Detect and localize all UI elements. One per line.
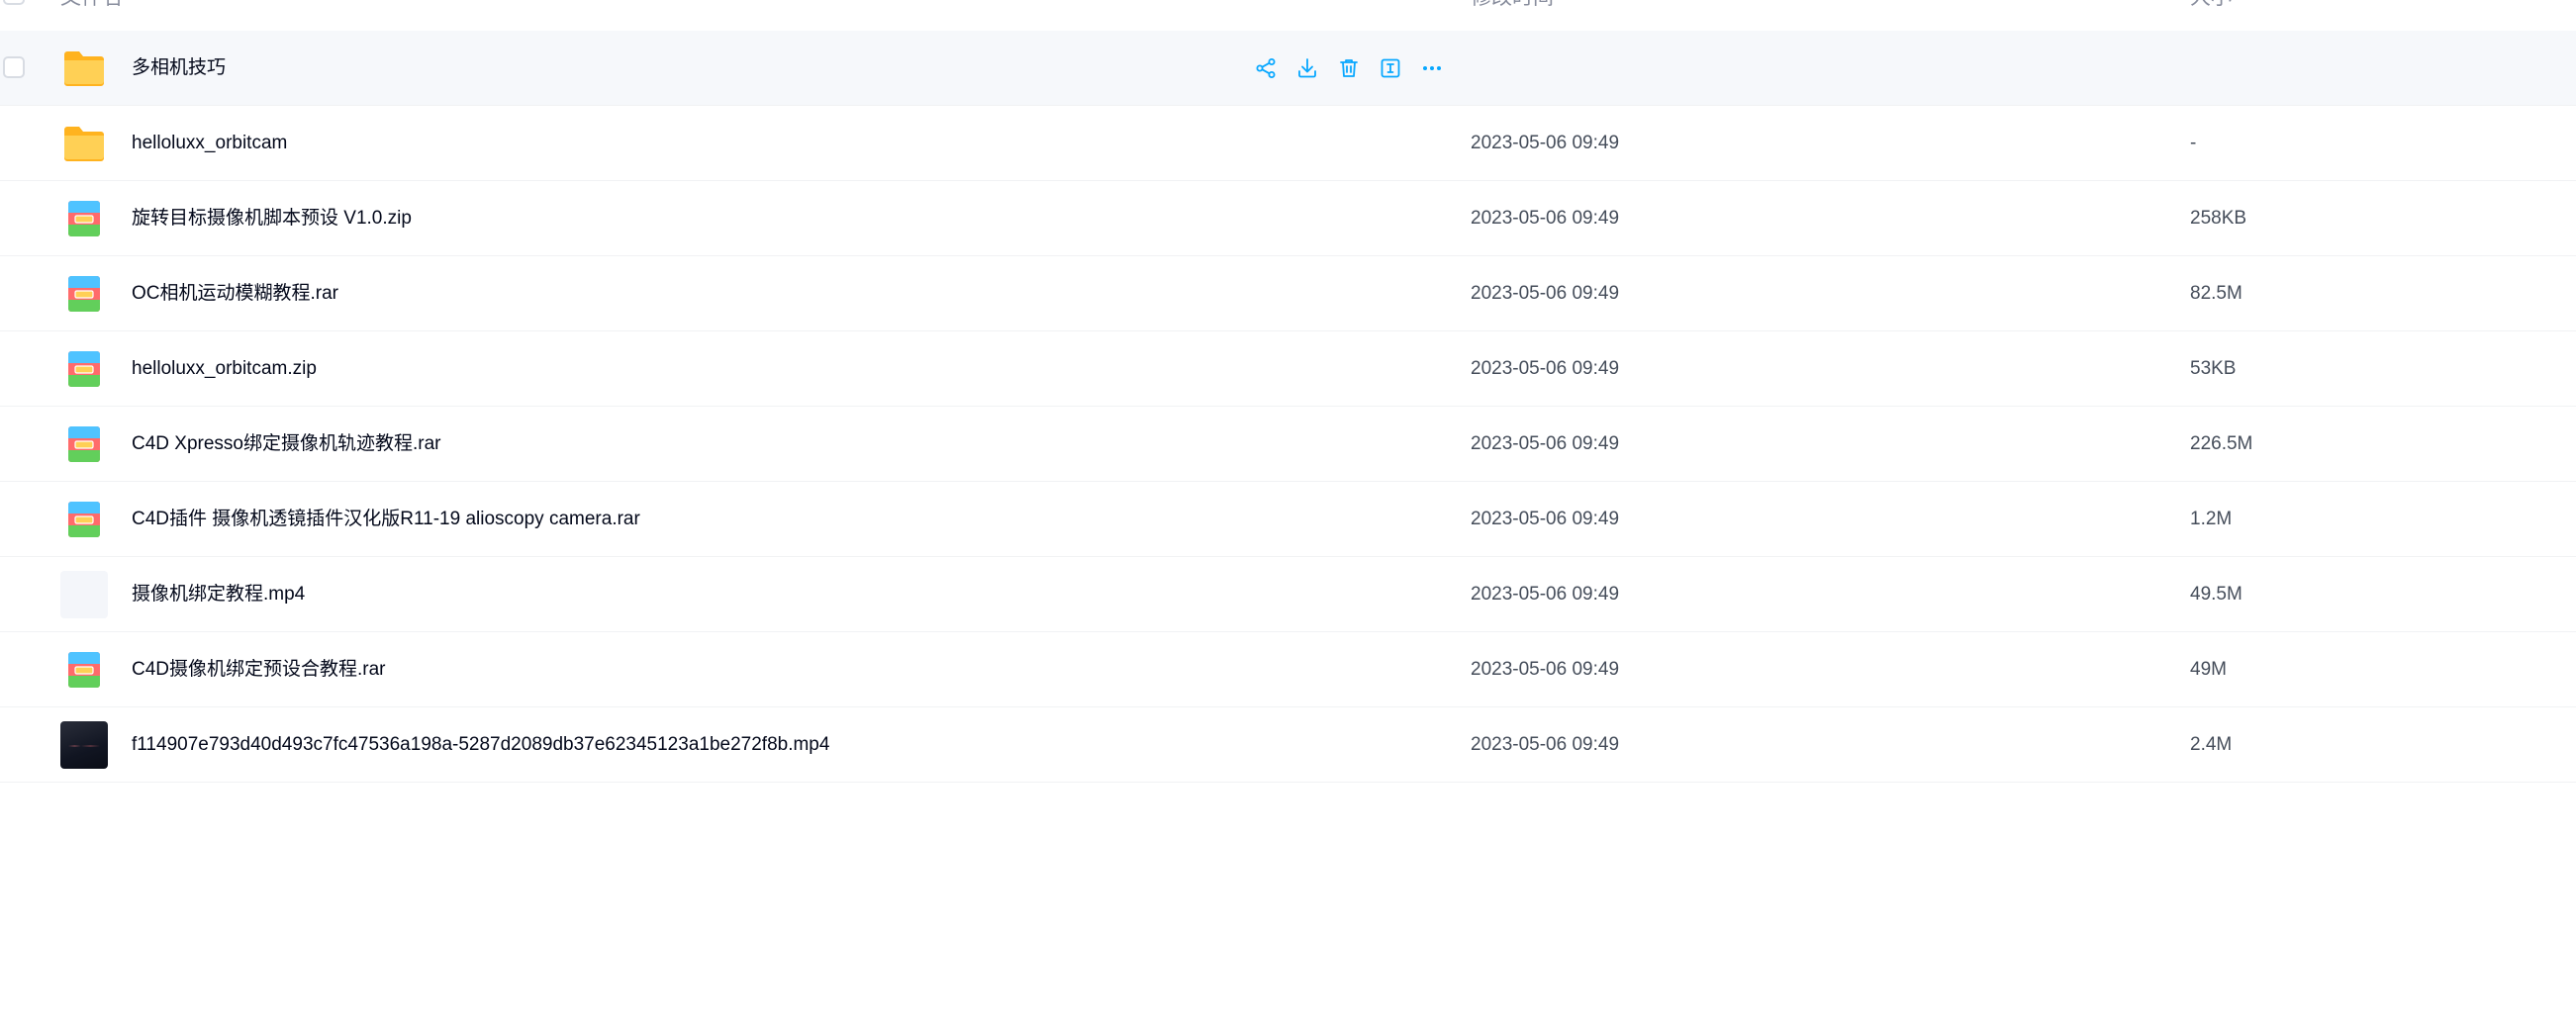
file-date: 2023-05-06 09:49 <box>1471 584 1620 605</box>
download-icon[interactable] <box>1294 54 1320 82</box>
file-date: 2023-05-06 09:49 <box>1471 133 1620 153</box>
file-size: 1.2M <box>2190 509 2233 529</box>
trash-icon[interactable] <box>1336 54 1362 82</box>
table-row[interactable]: helloluxx_orbitcam.zip 2023-05-06 09:49 … <box>0 331 2576 407</box>
file-size: 53KB <box>2190 358 2237 379</box>
table-row[interactable]: 多相机技巧 <box>0 31 2576 106</box>
table-header: 文件名 修改时间 大小 <box>0 0 2576 32</box>
table-row[interactable]: OC相机运动模糊教程.rar 2023-05-06 09:49 82.5M <box>0 256 2576 331</box>
file-name[interactable]: C4D摄像机绑定预设合教程.rar <box>132 632 386 707</box>
column-header-date[interactable]: 修改时间 <box>1471 0 1554 11</box>
file-date: 2023-05-06 09:49 <box>1471 358 1620 379</box>
video-thumbnail-icon <box>60 571 108 618</box>
file-name[interactable]: helloluxx_orbitcam.zip <box>132 331 317 407</box>
file-name[interactable]: OC相机运动模糊教程.rar <box>132 256 338 331</box>
column-header-name[interactable]: 文件名 <box>60 0 123 11</box>
file-name[interactable]: 旋转目标摄像机脚本预设 V1.0.zip <box>132 181 412 256</box>
table-row[interactable]: C4D摄像机绑定预设合教程.rar 2023-05-06 09:49 49M <box>0 632 2576 707</box>
table-row[interactable]: helloluxx_orbitcam 2023-05-06 09:49 - <box>0 106 2576 181</box>
file-size: 2.4M <box>2190 734 2233 755</box>
column-header-size[interactable]: 大小 <box>2190 0 2232 11</box>
file-date: 2023-05-06 09:49 <box>1471 208 1620 229</box>
file-size: 258KB <box>2190 208 2247 229</box>
archive-icon <box>60 345 108 393</box>
file-date: 2023-05-06 09:49 <box>1471 283 1620 304</box>
table-row[interactable]: C4D Xpresso绑定摄像机轨迹教程.rar 2023-05-06 09:4… <box>0 407 2576 482</box>
file-date: 2023-05-06 09:49 <box>1471 659 1620 680</box>
table-row[interactable]: 摄像机绑定教程.mp4 2023-05-06 09:49 49.5M <box>0 557 2576 632</box>
file-name[interactable]: C4D Xpresso绑定摄像机轨迹教程.rar <box>132 407 441 482</box>
share-icon[interactable] <box>1253 54 1279 82</box>
table-row[interactable]: C4D插件 摄像机透镜插件汉化版R11-19 alioscopy camera.… <box>0 482 2576 557</box>
table-row[interactable]: 旋转目标摄像机脚本预设 V1.0.zip 2023-05-06 09:49 25… <box>0 181 2576 256</box>
archive-icon <box>60 420 108 468</box>
file-size: 82.5M <box>2190 283 2242 304</box>
table-row[interactable]: f114907e793d40d493c7fc47536a198a-5287d20… <box>0 707 2576 783</box>
folder-icon <box>60 120 108 167</box>
rename-icon[interactable] <box>1378 54 1403 82</box>
file-size: 49.5M <box>2190 584 2242 605</box>
more-icon[interactable] <box>1419 54 1445 82</box>
file-name[interactable]: C4D插件 摄像机透镜插件汉化版R11-19 alioscopy camera.… <box>132 482 640 557</box>
file-name[interactable]: f114907e793d40d493c7fc47536a198a-5287d20… <box>132 707 829 783</box>
file-name[interactable]: 多相机技巧 <box>132 31 226 106</box>
archive-icon <box>60 496 108 543</box>
row-checkbox[interactable] <box>3 56 25 78</box>
folder-icon <box>60 45 108 92</box>
file-size: 49M <box>2190 659 2227 680</box>
file-size: - <box>2190 133 2197 153</box>
file-date: 2023-05-06 09:49 <box>1471 734 1620 755</box>
file-list: 多相机技巧 helloluxx_orbitcam 2023-05-06 09:4… <box>0 31 2576 783</box>
archive-icon <box>60 195 108 242</box>
file-size: 226.5M <box>2190 433 2253 454</box>
file-date: 2023-05-06 09:49 <box>1471 433 1620 454</box>
row-actions <box>1253 54 1445 82</box>
archive-icon <box>60 646 108 694</box>
archive-icon <box>60 270 108 318</box>
file-name[interactable]: helloluxx_orbitcam <box>132 106 287 181</box>
file-date: 2023-05-06 09:49 <box>1471 509 1620 529</box>
select-all-checkbox[interactable] <box>3 0 25 5</box>
file-list-page: 文件名 修改时间 大小 多相机技巧 <box>0 0 2576 1027</box>
video-thumbnail-icon <box>60 721 108 769</box>
file-name[interactable]: 摄像机绑定教程.mp4 <box>132 557 305 632</box>
